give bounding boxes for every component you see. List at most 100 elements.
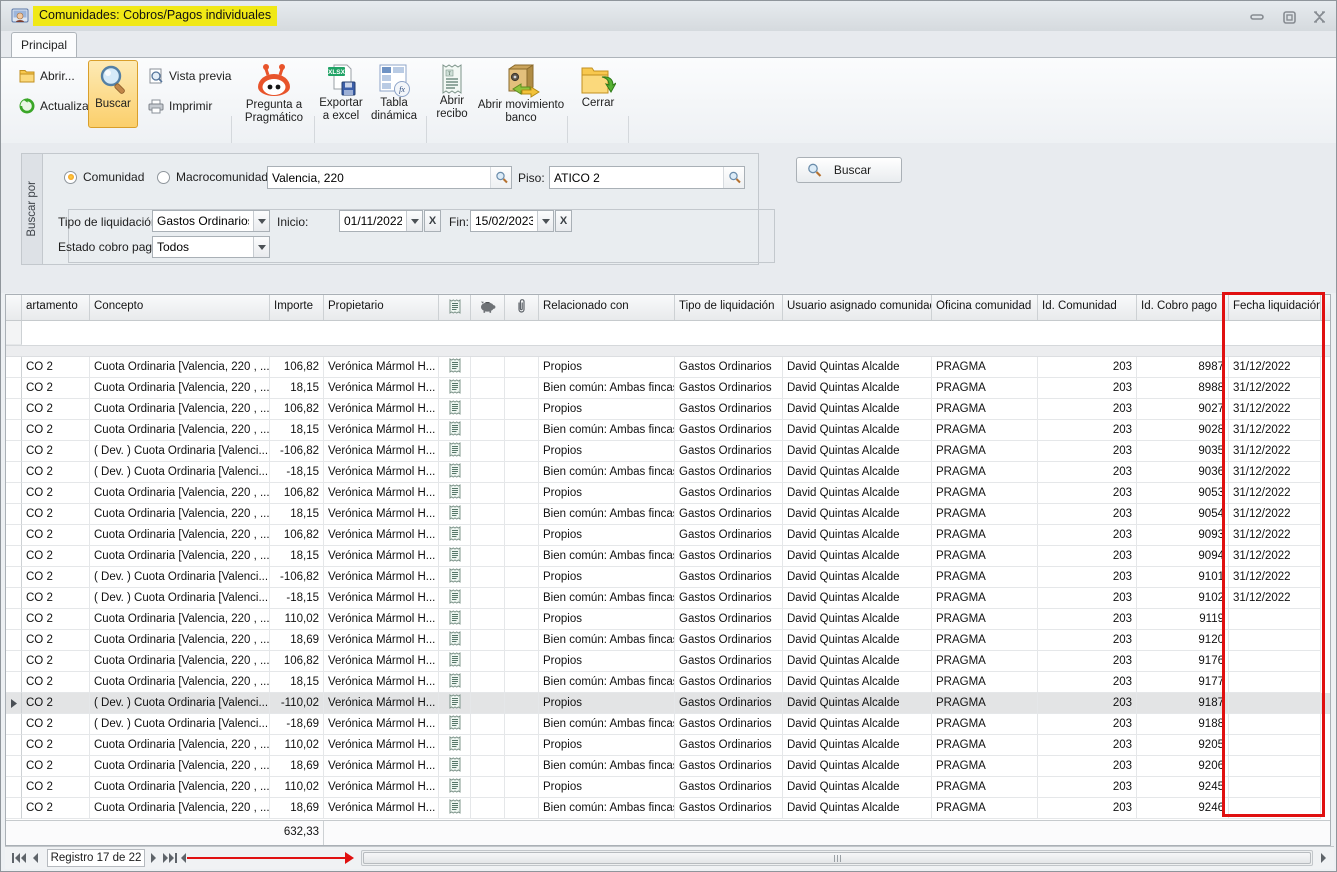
column-header-recibo[interactable]	[439, 295, 471, 320]
cell-fecha[interactable]	[1229, 777, 1321, 798]
cell-tipo[interactable]: Gastos Ordinarios	[675, 525, 783, 546]
cell-usuario[interactable]: David Quintas Alcalde	[783, 714, 932, 735]
open-bank-movement-button[interactable]: Abrir movimiento banco	[477, 60, 565, 136]
search-button-ribbon[interactable]: Buscar	[88, 60, 138, 128]
cell-importe[interactable]: 110,02	[270, 777, 324, 798]
cell-tipo[interactable]: Gastos Ordinarios	[675, 399, 783, 420]
table-row[interactable]: CO 2( Dev. ) Cuota Ordinaria [Valenci...…	[6, 462, 1330, 483]
refresh-button[interactable]: Actualizar	[15, 94, 97, 118]
cell-idCobroPago[interactable]: 9246	[1137, 798, 1229, 819]
cell-dep[interactable]: CO 2	[22, 357, 90, 378]
cell-fecha[interactable]: 31/12/2022	[1229, 546, 1321, 567]
cell-idCobroPago[interactable]: 9102	[1137, 588, 1229, 609]
cell-oficina[interactable]: PRAGMA	[932, 777, 1038, 798]
chevron-down-icon[interactable]	[537, 211, 553, 231]
cell-tipo[interactable]: Gastos Ordinarios	[675, 546, 783, 567]
cell-dep[interactable]: CO 2	[22, 714, 90, 735]
cell-idCobroPago[interactable]: 9028	[1137, 420, 1229, 441]
cell-importe[interactable]: -106,82	[270, 441, 324, 462]
cell-idComunidad[interactable]: 203	[1038, 735, 1137, 756]
cell-idComunidad[interactable]: 203	[1038, 693, 1137, 714]
cell-fecha[interactable]	[1229, 609, 1321, 630]
table-row[interactable]: CO 2Cuota Ordinaria [Valencia, 220 , ...…	[6, 735, 1330, 756]
cell-relacionado[interactable]: Bien común: Ambas fincas	[539, 756, 675, 777]
cell-importe[interactable]: 106,82	[270, 483, 324, 504]
cell-propietario[interactable]: Verónica Mármol H...	[324, 798, 439, 819]
cell-oficina[interactable]: PRAGMA	[932, 420, 1038, 441]
cell-importe[interactable]: 18,15	[270, 504, 324, 525]
cell-usuario[interactable]: David Quintas Alcalde	[783, 777, 932, 798]
cell-relacionado[interactable]: Propios	[539, 567, 675, 588]
cell-propietario[interactable]: Verónica Mármol H...	[324, 714, 439, 735]
table-row[interactable]: CO 2( Dev. ) Cuota Ordinaria [Valenci...…	[6, 567, 1330, 588]
cell-concepto[interactable]: ( Dev. ) Cuota Ordinaria [Valenci...	[90, 693, 270, 714]
open-receipt-button[interactable]: T Abrir recibo	[429, 60, 475, 136]
cell-dep[interactable]: CO 2	[22, 630, 90, 651]
cell-adjunto[interactable]	[505, 777, 539, 798]
cell-propietario[interactable]: Verónica Mármol H...	[324, 462, 439, 483]
cell-banco[interactable]	[471, 672, 505, 693]
cell-fecha[interactable]: 31/12/2022	[1229, 378, 1321, 399]
cell-dep[interactable]: CO 2	[22, 462, 90, 483]
column-header-tipo[interactable]: Tipo de liquidación	[675, 295, 783, 320]
cell-usuario[interactable]: David Quintas Alcalde	[783, 441, 932, 462]
cell-usuario[interactable]: David Quintas Alcalde	[783, 756, 932, 777]
cell-dep[interactable]: CO 2	[22, 756, 90, 777]
radio-comunidad-control[interactable]	[64, 171, 77, 184]
cell-idCobroPago[interactable]: 9245	[1137, 777, 1229, 798]
estado-cobro-pago-value[interactable]	[153, 240, 253, 254]
cell-concepto[interactable]: Cuota Ordinaria [Valencia, 220 , ...	[90, 420, 270, 441]
cell-concepto[interactable]: Cuota Ordinaria [Valencia, 220 , ...	[90, 378, 270, 399]
estado-cobro-pago-combo[interactable]	[152, 236, 270, 258]
cell-propietario[interactable]: Verónica Mármol H...	[324, 378, 439, 399]
cell-dep[interactable]: CO 2	[22, 567, 90, 588]
cell-dep[interactable]: CO 2	[22, 693, 90, 714]
cell-oficina[interactable]: PRAGMA	[932, 630, 1038, 651]
column-header-importe[interactable]: Importe	[270, 295, 324, 320]
cell-concepto[interactable]: Cuota Ordinaria [Valencia, 220 , ...	[90, 630, 270, 651]
cell-relacionado[interactable]: Propios	[539, 651, 675, 672]
cell-importe[interactable]: -18,15	[270, 588, 324, 609]
cell-fecha[interactable]: 31/12/2022	[1229, 483, 1321, 504]
community-field[interactable]	[267, 166, 512, 189]
cell-oficina[interactable]: PRAGMA	[932, 525, 1038, 546]
cell-recibo[interactable]	[439, 798, 471, 819]
radio-macrocomunidad[interactable]: Macrocomunidad	[157, 170, 268, 184]
cell-relacionado[interactable]: Propios	[539, 399, 675, 420]
cell-usuario[interactable]: David Quintas Alcalde	[783, 504, 932, 525]
cell-idCobroPago[interactable]: 9101	[1137, 567, 1229, 588]
table-row[interactable]: CO 2( Dev. ) Cuota Ordinaria [Valenci...…	[6, 693, 1330, 714]
cell-recibo[interactable]	[439, 546, 471, 567]
cell-idComunidad[interactable]: 203	[1038, 378, 1137, 399]
previous-record-button[interactable]	[29, 851, 41, 865]
cell-dep[interactable]: CO 2	[22, 609, 90, 630]
table-row[interactable]: CO 2Cuota Ordinaria [Valencia, 220 , ...…	[6, 651, 1330, 672]
cell-adjunto[interactable]	[505, 756, 539, 777]
cell-importe[interactable]: 18,15	[270, 420, 324, 441]
cell-idComunidad[interactable]: 203	[1038, 399, 1137, 420]
cell-idComunidad[interactable]: 203	[1038, 504, 1137, 525]
cell-dep[interactable]: CO 2	[22, 798, 90, 819]
cell-adjunto[interactable]	[505, 441, 539, 462]
cell-fecha[interactable]	[1229, 714, 1321, 735]
cell-usuario[interactable]: David Quintas Alcalde	[783, 420, 932, 441]
cell-recibo[interactable]	[439, 525, 471, 546]
cell-propietario[interactable]: Verónica Mármol H...	[324, 609, 439, 630]
cell-usuario[interactable]: David Quintas Alcalde	[783, 651, 932, 672]
cell-tipo[interactable]: Gastos Ordinarios	[675, 504, 783, 525]
cell-tipo[interactable]: Gastos Ordinarios	[675, 693, 783, 714]
cell-adjunto[interactable]	[505, 714, 539, 735]
cell-relacionado[interactable]: Bien común: Ambas fincas	[539, 798, 675, 819]
cell-idCobroPago[interactable]: 9093	[1137, 525, 1229, 546]
cell-idCobroPago[interactable]: 9036	[1137, 462, 1229, 483]
cell-fecha[interactable]	[1229, 693, 1321, 714]
cell-concepto[interactable]: ( Dev. ) Cuota Ordinaria [Valenci...	[90, 441, 270, 462]
cell-concepto[interactable]: Cuota Ordinaria [Valencia, 220 , ...	[90, 651, 270, 672]
cell-idCobroPago[interactable]: 9188	[1137, 714, 1229, 735]
cell-propietario[interactable]: Verónica Mármol H...	[324, 651, 439, 672]
cell-idComunidad[interactable]: 203	[1038, 651, 1137, 672]
fin-date-value[interactable]	[471, 214, 537, 228]
search-button[interactable]: Buscar	[796, 157, 902, 183]
cell-propietario[interactable]: Verónica Mármol H...	[324, 441, 439, 462]
preview-button[interactable]: Vista previa	[144, 64, 235, 88]
